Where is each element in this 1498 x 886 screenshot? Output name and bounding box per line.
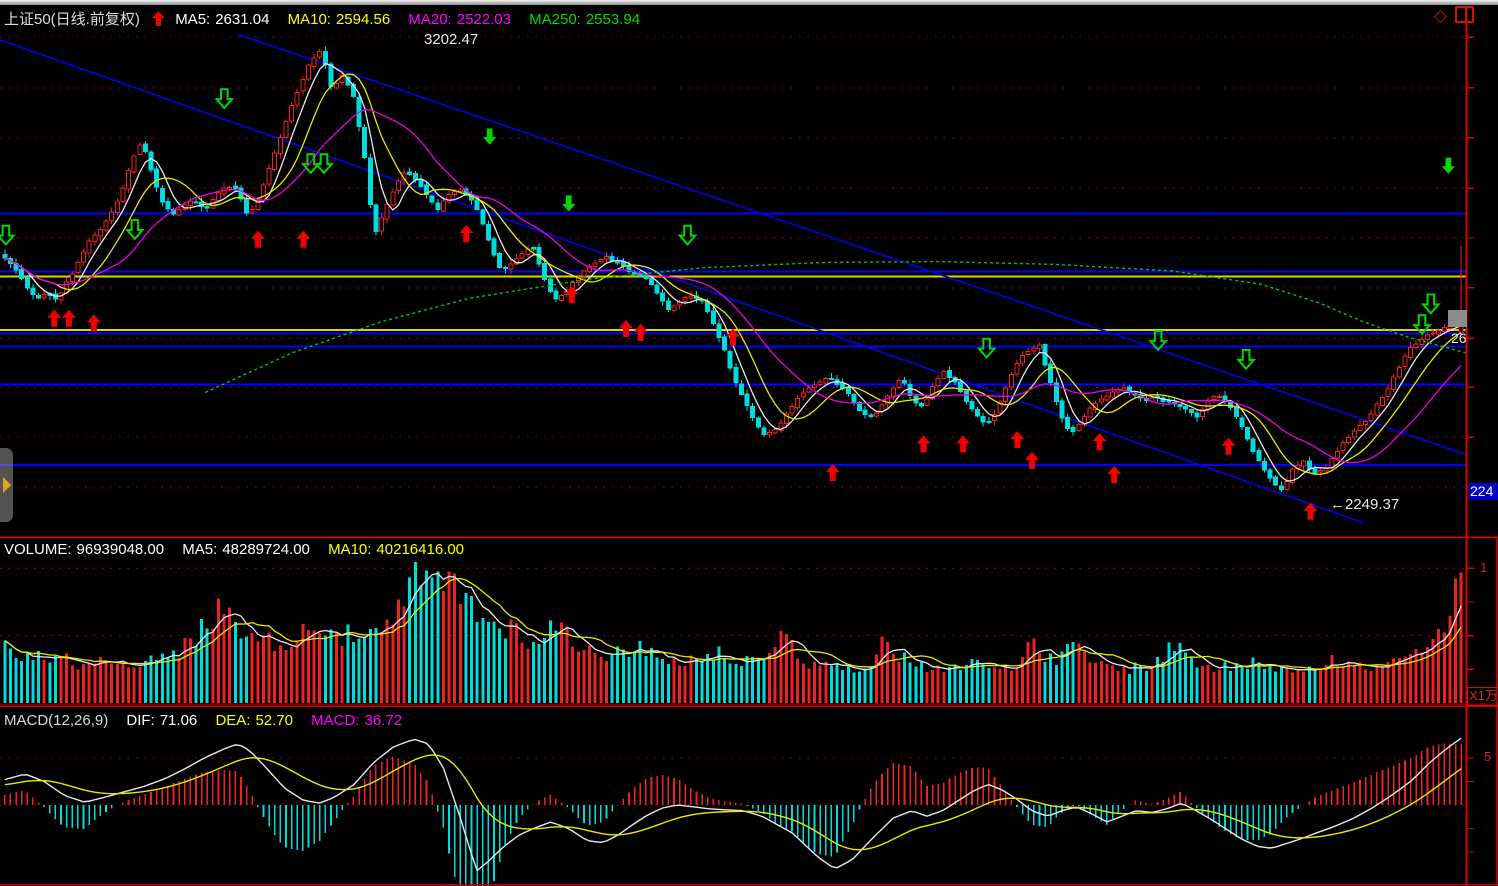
sidebar-expand-handle[interactable] [0, 448, 13, 522]
axis-drag-handle [1448, 310, 1467, 327]
volume-readout: VOLUME:96939048.00 [4, 541, 164, 558]
macd-params: MACD(12,26,9) [4, 712, 108, 729]
ma5-readout: MA5:2631.04 [175, 11, 269, 28]
volume-unit-label: X1万 [1467, 687, 1498, 706]
window-top-strip [0, 0, 1498, 5]
diamond-icon[interactable]: ◇ [1434, 6, 1447, 25]
volume-ma5-readout: MA5:48289724.00 [182, 541, 310, 558]
expand-arrow-icon [3, 477, 11, 493]
macd-axis-label: 5 [1484, 749, 1491, 764]
volume-ma10-readout: MA10:40216416.00 [328, 541, 464, 558]
macd-readout: MACD:36.72 [311, 712, 402, 729]
chart-canvas[interactable] [0, 0, 1498, 886]
last-price-partial-label: 26 [1451, 330, 1467, 346]
price-axis-tag: 224 [1469, 483, 1498, 500]
low-price-label: ←2249.37 [1330, 496, 1399, 513]
stock-chart-app: 上证50(日线.前复权) MA5:2631.04 MA10:2594.56 MA… [0, 0, 1498, 886]
up-arrow-icon [152, 11, 165, 26]
split-window-icon[interactable] [1455, 6, 1474, 23]
main-chart-header: 上证50(日线.前复权) MA5:2631.04 MA10:2594.56 MA… [4, 8, 654, 29]
macd-header: MACD(12,26,9) DIF:71.06 DEA:52.70 MACD:3… [4, 712, 416, 729]
ma250-readout: MA250:2553.94 [529, 11, 640, 28]
dea-readout: DEA:52.70 [215, 712, 293, 729]
panel-corner-toolbar: ◇ [1434, 6, 1474, 28]
dif-readout: DIF:71.06 [126, 712, 197, 729]
ma20-readout: MA20:2522.03 [408, 11, 511, 28]
symbol-title: 上证50(日线.前复权) [4, 11, 140, 28]
volume-axis-label: 1 [1480, 560, 1487, 575]
ma10-readout: MA10:2594.56 [288, 11, 391, 28]
peak-price-label: 3202.47 [424, 31, 478, 48]
volume-header: VOLUME:96939048.00 MA5:48289724.00 MA10:… [4, 541, 478, 558]
